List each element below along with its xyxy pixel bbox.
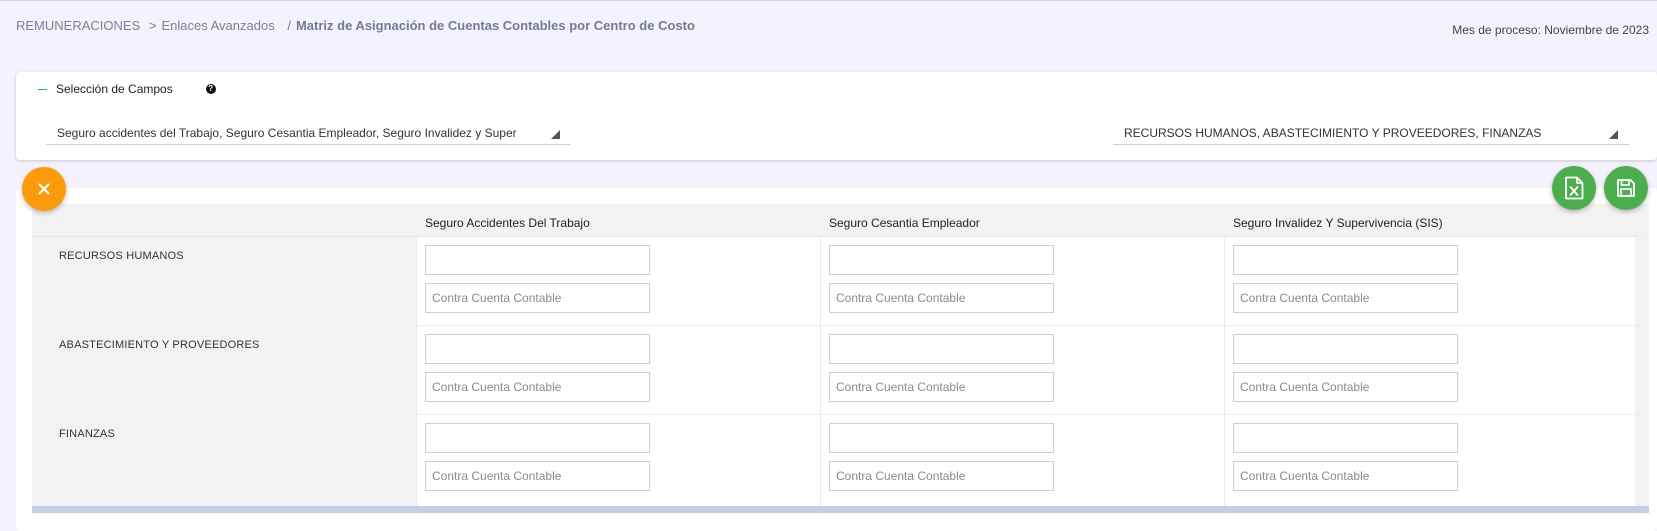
cost-centers-multiselect[interactable]: RECURSOS HUMANOS, ABASTECIMIENTO Y PROVE… (1113, 121, 1629, 145)
counter-account-input[interactable] (829, 372, 1054, 402)
account-input[interactable] (1233, 334, 1458, 364)
table-cell (416, 237, 820, 326)
breadcrumb-separator-slash: / (287, 18, 291, 33)
matrix-panel: Seguro Accidentes Del Trabajo Seguro Ces… (16, 188, 1657, 531)
dropdown-arrow-icon (551, 130, 560, 139)
column-header: Seguro Cesantia Empleador (820, 204, 1224, 237)
counter-account-input[interactable] (829, 461, 1054, 491)
row-label: RECURSOS HUMANOS (32, 237, 416, 326)
column-header: Seguro Accidentes Del Trabajo (416, 204, 820, 237)
fields-multiselect[interactable]: Seguro accidentes del Trabajo, Seguro Ce… (46, 121, 571, 145)
field-selection-header[interactable]: Selección de Campos ? (38, 81, 216, 97)
field-selection-title: Selección de Campos (56, 82, 173, 96)
horizontal-scrollbar[interactable] (32, 506, 1649, 513)
excel-icon (1565, 176, 1584, 200)
table-cell (416, 415, 820, 506)
counter-account-input[interactable] (425, 283, 650, 313)
table-cell (1224, 415, 1649, 506)
counter-account-input[interactable] (425, 461, 650, 491)
close-button[interactable] (22, 167, 66, 211)
breadcrumb-item-enlaces-avanzados[interactable]: Enlaces Avanzados (161, 18, 274, 33)
save-icon (1617, 179, 1635, 197)
column-header: Seguro Invalidez Y Supervivencia (SIS) (1224, 204, 1649, 237)
account-input[interactable] (829, 245, 1054, 275)
close-icon (38, 183, 50, 195)
table-cell (1224, 237, 1649, 326)
counter-account-input[interactable] (1233, 461, 1458, 491)
field-selection-panel: Selección de Campos ? Seguro accidentes … (16, 72, 1657, 160)
help-icon[interactable]: ? (205, 84, 216, 94)
account-input[interactable] (1233, 423, 1458, 453)
breadcrumb: REMUNERACIONES > Enlaces Avanzados / Matri… (16, 18, 695, 33)
account-input[interactable] (425, 334, 650, 364)
top-border (0, 0, 1657, 1)
table-corner (32, 204, 416, 237)
account-input[interactable] (829, 423, 1054, 453)
breadcrumb-item-remuneraciones[interactable]: REMUNERACIONES (16, 18, 140, 33)
table-cell (820, 326, 1224, 415)
account-input[interactable] (829, 334, 1054, 364)
dropdown-arrow-icon (1609, 130, 1618, 139)
account-matrix-table: Seguro Accidentes Del Trabajo Seguro Ces… (32, 204, 1649, 506)
account-input[interactable] (425, 423, 650, 453)
counter-account-input[interactable] (425, 372, 650, 402)
cost-centers-multiselect-value: RECURSOS HUMANOS, ABASTECIMIENTO Y PROVE… (1124, 126, 1542, 140)
row-label: ABASTECIMIENTO Y PROVEEDORES (32, 326, 416, 415)
table-cell (1224, 326, 1649, 415)
row-label: FINANZAS (32, 415, 416, 506)
collapse-icon[interactable] (38, 88, 47, 90)
account-input[interactable] (425, 245, 650, 275)
table-cell (820, 237, 1224, 326)
fields-multiselect-value: Seguro accidentes del Trabajo, Seguro Ce… (57, 126, 517, 140)
process-month: Mes de proceso: Noviembre de 2023 (1452, 23, 1649, 37)
breadcrumb-separator: > (148, 18, 157, 33)
counter-account-input[interactable] (1233, 372, 1458, 402)
table-cell (820, 415, 1224, 506)
counter-account-input[interactable] (1233, 283, 1458, 313)
counter-account-input[interactable] (829, 283, 1054, 313)
page-title: Matriz de Asignación de Cuentas Contable… (295, 18, 695, 33)
table-cell (416, 326, 820, 415)
save-button[interactable] (1604, 166, 1648, 210)
account-input[interactable] (1233, 245, 1458, 275)
export-excel-button[interactable] (1552, 166, 1596, 210)
